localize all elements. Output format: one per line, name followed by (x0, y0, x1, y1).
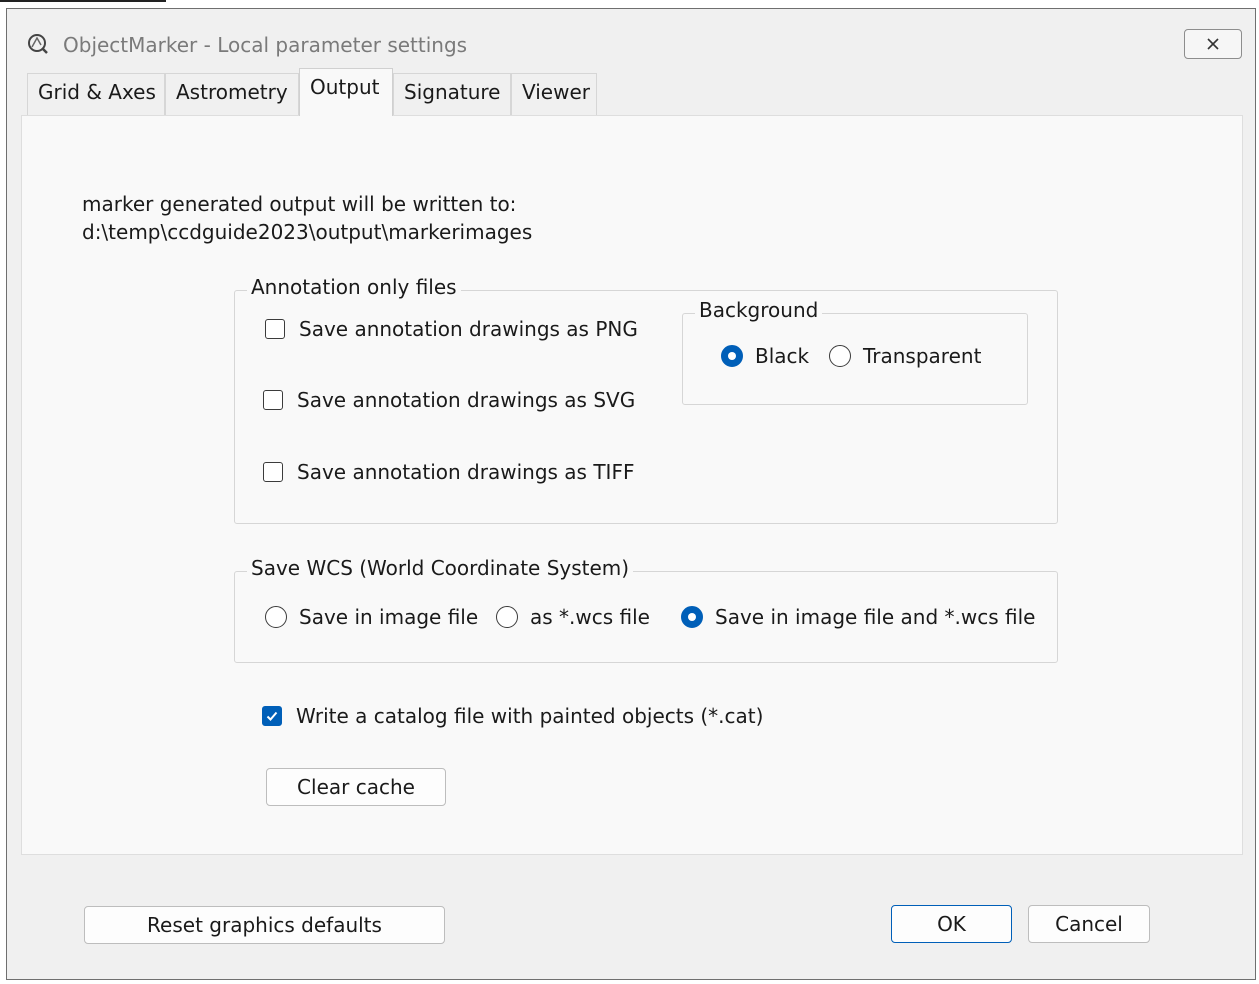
wcs-file-radio[interactable] (496, 606, 518, 628)
ok-button[interactable]: OK (891, 905, 1012, 943)
cancel-button[interactable]: Cancel (1028, 905, 1150, 943)
background-group: Background Black Transparent (682, 298, 1028, 405)
annotation-legend: Annotation only files (247, 275, 461, 299)
transparent-label: Transparent (863, 344, 982, 368)
wcs-file-label: as *.wcs file (530, 605, 650, 629)
reset-graphics-defaults-button[interactable]: Reset graphics defaults (84, 906, 445, 944)
background-line (0, 0, 166, 2)
tab-astrometry[interactable]: Astrometry (165, 73, 299, 115)
app-icon (28, 34, 48, 54)
title-bar: ObjectMarker - Local parameter settings (7, 9, 1255, 67)
wcs-legend: Save WCS (World Coordinate System) (247, 556, 634, 580)
dialog-window: ObjectMarker - Local parameter settings … (6, 8, 1256, 980)
clear-cache-button[interactable]: Clear cache (266, 768, 446, 806)
output-panel: marker generated output will be written … (21, 115, 1243, 855)
wcs-image-radio[interactable] (265, 606, 287, 628)
black-radio[interactable] (721, 345, 743, 367)
background-black-option[interactable]: Black (721, 344, 809, 368)
tab-viewer[interactable]: Viewer (511, 73, 597, 115)
checkmark-icon (266, 711, 278, 721)
tiff-label: Save annotation drawings as TIFF (297, 460, 635, 484)
background-transparent-option[interactable]: Transparent (829, 344, 981, 368)
tab-output[interactable]: Output (299, 68, 393, 116)
png-label: Save annotation drawings as PNG (299, 317, 638, 341)
catalog-checkbox-row[interactable]: Write a catalog file with painted object… (262, 704, 763, 728)
wcs-both-option[interactable]: Save in image file and *.wcs file (681, 605, 1035, 629)
window-title: ObjectMarker - Local parameter settings (63, 33, 468, 57)
svg-label: Save annotation drawings as SVG (297, 388, 636, 412)
close-icon (1207, 38, 1219, 50)
catalog-checkbox[interactable] (262, 706, 282, 726)
tab-grid-axes[interactable]: Grid & Axes (27, 73, 165, 115)
output-label: marker generated output will be written … (82, 192, 517, 216)
tab-signature[interactable]: Signature (393, 73, 511, 115)
catalog-label: Write a catalog file with painted object… (296, 704, 764, 728)
wcs-file-option[interactable]: as *.wcs file (496, 605, 650, 629)
svg-checkbox[interactable] (263, 390, 283, 410)
black-label: Black (755, 344, 810, 368)
close-button[interactable] (1184, 29, 1242, 59)
tiff-checkbox[interactable] (263, 462, 283, 482)
annotation-group: Annotation only files Save annotation dr… (234, 275, 1058, 524)
wcs-both-radio[interactable] (681, 606, 703, 628)
output-path: d:\temp\ccdguide2023\output\markerimages (82, 220, 533, 244)
svg-checkbox-row[interactable]: Save annotation drawings as SVG (263, 388, 635, 412)
tiff-checkbox-row[interactable]: Save annotation drawings as TIFF (263, 460, 634, 484)
png-checkbox-row[interactable]: Save annotation drawings as PNG (265, 317, 638, 341)
wcs-both-label: Save in image file and *.wcs file (715, 605, 1036, 629)
background-legend: Background (695, 298, 823, 322)
png-checkbox[interactable] (265, 319, 285, 339)
transparent-radio[interactable] (829, 345, 851, 367)
wcs-image-label: Save in image file (299, 605, 479, 629)
wcs-group: Save WCS (World Coordinate System) Save … (234, 556, 1058, 663)
wcs-image-option[interactable]: Save in image file (265, 605, 478, 629)
